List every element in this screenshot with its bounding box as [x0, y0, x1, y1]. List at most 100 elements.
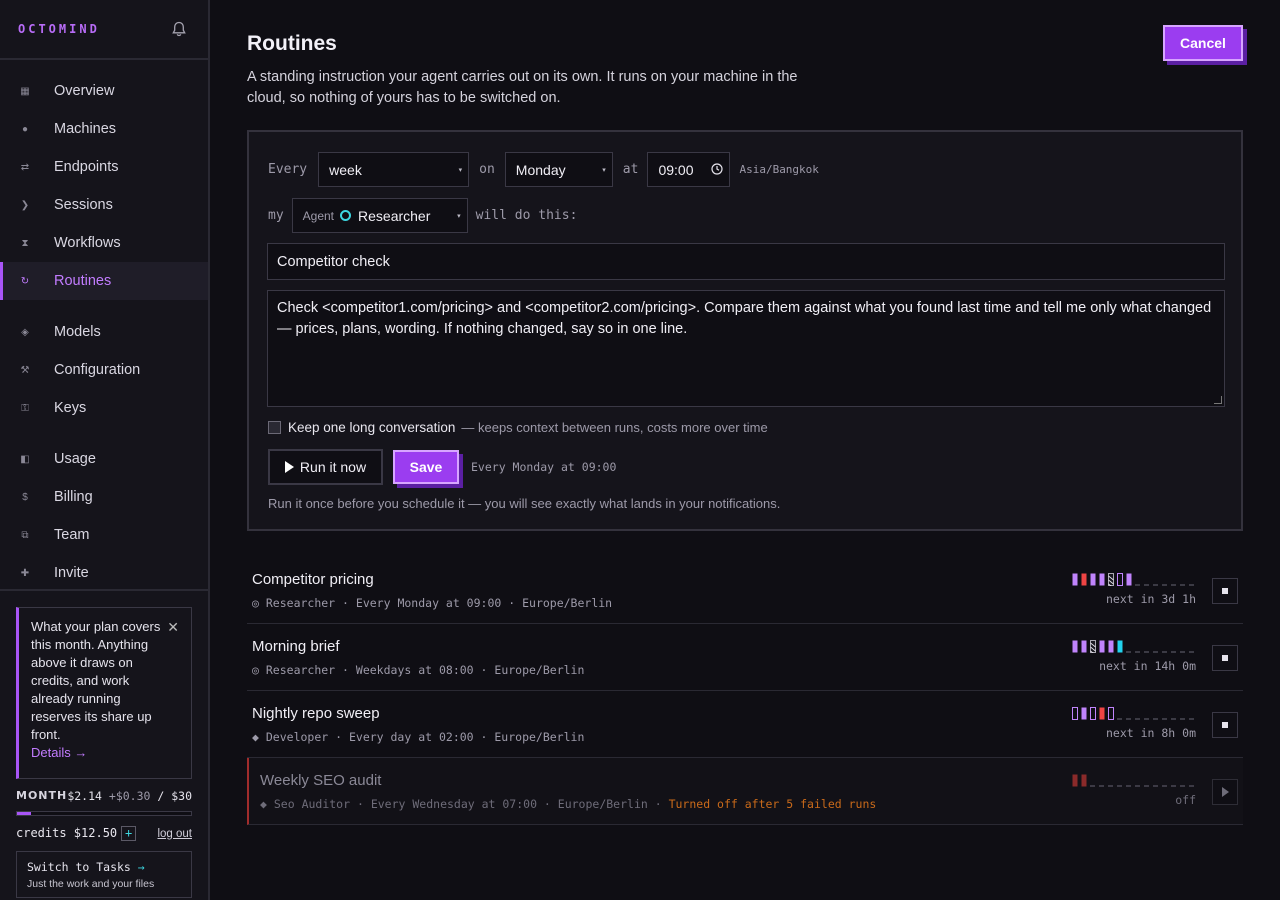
run-marker-empty	[1090, 707, 1096, 720]
hourglass-icon: ⧗	[21, 237, 29, 249]
month-usage-value: $2.14 +$0.30 / $30	[67, 789, 192, 803]
run-marker-partial	[1108, 573, 1114, 586]
stop-button[interactable]	[1212, 578, 1238, 604]
month-usage-row: MONTH $2.14 +$0.30 / $30	[16, 789, 192, 803]
run-marker-empty	[1117, 573, 1123, 586]
run-marker-dimfail	[1072, 774, 1078, 787]
tools-icon: ⚒	[20, 364, 30, 376]
sidebar-item-keys[interactable]: ⚿ Keys	[0, 389, 208, 427]
run-marker-ok	[1081, 640, 1087, 653]
routine-row[interactable]: Competitor pricing ◎ Researcher · Every …	[247, 557, 1243, 624]
routine-instruction-textarea[interactable]: Check <competitor1.com/pricing> and <com…	[267, 290, 1225, 407]
routine-name: Nightly repo sweep	[252, 705, 380, 722]
run-marker-fail	[1099, 707, 1105, 720]
at-label: at	[622, 162, 639, 177]
sidebar-item-sessions[interactable]: ❯ Sessions	[0, 186, 208, 224]
run-history	[1072, 707, 1194, 720]
close-icon[interactable]: ✕	[167, 618, 179, 636]
page-title: Routines	[247, 32, 337, 55]
chevron-down-icon: ▾	[602, 166, 606, 174]
run-marker-ok	[1072, 573, 1078, 586]
sidebar-item-team[interactable]: ⧉ Team	[0, 516, 208, 554]
run-history	[1072, 774, 1194, 787]
frequency-value: week	[329, 161, 362, 178]
agent-select[interactable]: Agent Researcher ▾	[291, 198, 468, 233]
frequency-select[interactable]: week ▾	[318, 152, 470, 187]
sidebar-item-label: Workflows	[54, 235, 121, 251]
routine-editor: Every week ▾ on Monday ▾ at 09:00 Asia/B…	[247, 130, 1243, 531]
month-label: MONTH	[16, 789, 68, 802]
stop-icon	[1222, 588, 1228, 594]
stop-button[interactable]	[1212, 712, 1238, 738]
agent-tag: Agent	[302, 208, 335, 223]
plan-info-box: ✕ What your plan covers this month. Anyt…	[16, 607, 192, 779]
routine-row[interactable]: Morning brief ◎ Researcher · Weekdays at…	[247, 624, 1243, 691]
routine-row[interactable]: Nightly repo sweep ◆ Developer · Every d…	[247, 691, 1243, 758]
day-value: Monday	[515, 161, 566, 178]
routine-title-input[interactable]: Competitor check	[267, 243, 1225, 280]
routine-meta: ◎ Researcher · Weekdays at 08:00 · Europ…	[252, 663, 585, 677]
time-input[interactable]: 09:00	[647, 152, 731, 187]
run-marker-ok	[1126, 573, 1132, 586]
action-row: Run it now Save Every Monday at 09:00	[268, 449, 616, 485]
sidebar-item-billing[interactable]: $ Billing	[0, 478, 208, 516]
bell-icon[interactable]	[172, 21, 186, 37]
play-button[interactable]	[1212, 779, 1238, 805]
refresh-icon: ↻	[20, 275, 30, 287]
routine-meta: ◎ Researcher · Every Monday at 09:00 · E…	[252, 596, 613, 610]
sidebar-item-overview[interactable]: ▦ Overview	[0, 72, 208, 110]
sidebar-item-routines[interactable]: ↻ Routines	[0, 262, 208, 300]
agent-icon: ◆	[260, 797, 267, 811]
sidebar-item-workflows[interactable]: ⧗ Workflows	[0, 224, 208, 262]
sidebar-item-endpoints[interactable]: ⇄ Endpoints	[0, 148, 208, 186]
sidebar-item-label: Sessions	[54, 197, 113, 213]
routine-meta: ◆ Developer · Every day at 02:00 · Europ…	[252, 730, 585, 744]
routine-meta: ◆ Seo Auditor · Every Wednesday at 07:00…	[260, 797, 877, 811]
sidebar-item-invite[interactable]: ✚ Invite	[0, 554, 208, 592]
run-history	[1072, 640, 1194, 653]
month-usage-bar	[16, 811, 192, 816]
keep-conversation-row: Keep one long conversation — keeps conte…	[268, 420, 768, 435]
day-select[interactable]: Monday ▾	[504, 152, 613, 187]
run-marker-cyan	[1117, 640, 1123, 653]
sidebar-item-configuration[interactable]: ⚒ Configuration	[0, 351, 208, 389]
details-link[interactable]: Details →	[31, 745, 87, 760]
agent-icon: ◎	[252, 596, 259, 610]
routine-name: Weekly SEO audit	[260, 772, 382, 789]
logo[interactable]: OCTOMIND	[18, 22, 100, 36]
play-icon	[1221, 787, 1229, 797]
clock-icon[interactable]	[711, 162, 724, 178]
logout-link[interactable]: log out	[157, 828, 192, 840]
cancel-button[interactable]: Cancel	[1163, 25, 1243, 61]
chevron-down-icon: ▾	[457, 212, 461, 220]
stop-button[interactable]	[1212, 645, 1238, 671]
run-marker-empty	[1108, 707, 1114, 720]
sidebar-item-machines[interactable]: ● Machines	[0, 110, 208, 148]
add-credits-button[interactable]: +	[121, 826, 137, 841]
grid-icon: ▦	[20, 85, 30, 97]
chevron-right-icon: ❯	[20, 199, 30, 211]
next-run-label: next in 14h 0m	[1099, 659, 1196, 673]
half-square-icon: ◧	[20, 453, 30, 465]
sidebar-item-label: Routines	[54, 273, 112, 289]
researcher-agent-icon	[340, 210, 352, 221]
switch-subtitle: Just the work and your files	[27, 878, 155, 890]
sidebar-item-usage[interactable]: ◧ Usage	[0, 440, 208, 478]
sidebar-item-label: Usage	[54, 451, 96, 467]
credits-row: credits $12.50 + log out	[16, 826, 192, 841]
schedule-preview: Every Monday at 09:00	[471, 460, 617, 474]
resize-handle-icon[interactable]	[1214, 396, 1222, 404]
keep-conversation-checkbox[interactable]	[268, 421, 281, 434]
dot-icon: ●	[21, 123, 29, 135]
plus-icon: ✚	[20, 567, 30, 579]
routine-row[interactable]: Weekly SEO audit ◆ Seo Auditor · Every W…	[247, 758, 1243, 825]
save-button[interactable]: Save	[393, 450, 459, 484]
sidebar-item-label: Models	[54, 324, 101, 340]
agent-row: my Agent Researcher ▾ will do this:	[268, 198, 577, 233]
keep-conversation-label[interactable]: Keep one long conversation	[288, 420, 455, 435]
switch-to-tasks-button[interactable]: Switch to Tasks → Just the work and your…	[16, 851, 192, 898]
sidebar-item-models[interactable]: ◈ Models	[0, 313, 208, 351]
key-icon: ⚿	[21, 402, 29, 414]
run-now-button[interactable]: Run it now	[268, 449, 383, 485]
time-value: 09:00	[658, 161, 694, 178]
